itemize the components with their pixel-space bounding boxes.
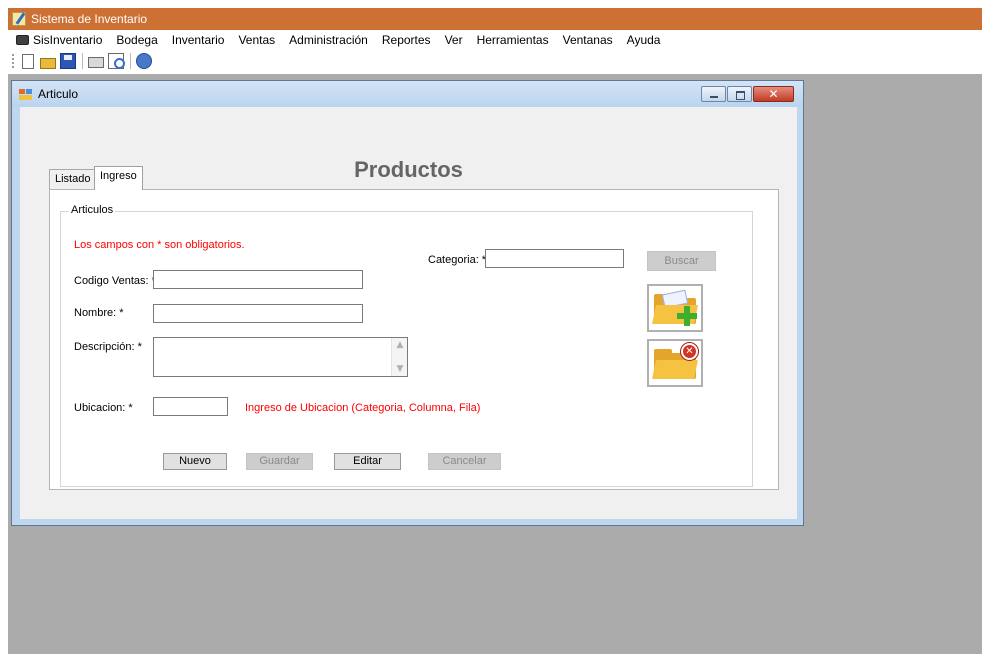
scroll-down-icon[interactable]: ▼ <box>392 364 408 374</box>
minimize-icon[interactable] <box>701 86 726 102</box>
descripcion-scrollbar[interactable]: ▲ ▼ <box>391 338 407 376</box>
buscar-button[interactable]: Buscar <box>647 251 716 271</box>
close-icon[interactable] <box>753 86 794 102</box>
ubicacion-label: Ubicacion: * <box>74 402 133 414</box>
print-preview-icon[interactable] <box>108 53 125 69</box>
menu-ayuda[interactable]: Ayuda <box>627 33 661 47</box>
system-menu-icon <box>16 35 29 45</box>
articulos-groupbox: Articulos Los campos con * son obligator… <box>60 204 753 487</box>
window-title-bar[interactable]: Articulo <box>12 81 803 107</box>
app-title: Sistema de Inventario <box>31 12 148 26</box>
nombre-field[interactable] <box>153 304 363 323</box>
required-note: Los campos con * son obligatorios. <box>74 239 245 251</box>
print-icon[interactable] <box>88 57 104 68</box>
ubicacion-hint: Ingreso de Ubicacion (Categoria, Columna… <box>245 402 481 414</box>
categoria-label: Categoria: * <box>428 254 487 266</box>
maximize-icon[interactable] <box>727 86 752 102</box>
menu-bodega[interactable]: Bodega <box>116 33 157 47</box>
ubicacion-field[interactable] <box>153 397 228 416</box>
menu-sisinventario[interactable]: SisInventario <box>16 33 102 47</box>
help-icon[interactable] <box>136 53 152 69</box>
toolbar-separator <box>82 53 83 69</box>
menu-inventario[interactable]: Inventario <box>172 33 225 47</box>
categoria-field[interactable] <box>485 249 624 268</box>
window-client: Productos Listado Ingreso Articulos Los … <box>20 107 797 519</box>
form-icon <box>19 88 32 100</box>
menu-bar: SisInventario Bodega Inventario Ventas A… <box>8 30 982 50</box>
tab-listado[interactable]: Listado <box>49 169 97 189</box>
window-controls <box>700 86 794 102</box>
descripcion-field[interactable]: ▲ ▼ <box>153 337 408 377</box>
menu-herramientas[interactable]: Herramientas <box>477 33 549 47</box>
delete-folder-button[interactable]: ✕ <box>647 339 703 387</box>
menu-reportes[interactable]: Reportes <box>382 33 431 47</box>
menu-ventas[interactable]: Ventas <box>238 33 275 47</box>
save-icon[interactable] <box>60 53 76 69</box>
scroll-up-icon[interactable]: ▲ <box>392 340 408 350</box>
codigo-label: Codigo Ventas: * <box>74 275 156 287</box>
articulo-window: Articulo Productos Listado Ingreso Artic… <box>11 80 804 526</box>
tab-panel-ingreso: Articulos Los campos con * son obligator… <box>49 189 779 490</box>
editar-button[interactable]: Editar <box>334 453 401 470</box>
app-title-bar: Sistema de Inventario <box>8 8 982 30</box>
menu-ver[interactable]: Ver <box>445 33 463 47</box>
menu-administracion[interactable]: Administración <box>289 33 368 47</box>
groupbox-title: Articulos <box>69 204 116 216</box>
guardar-button[interactable]: Guardar <box>246 453 313 470</box>
add-folder-button[interactable] <box>647 284 703 332</box>
new-document-icon[interactable] <box>22 53 34 69</box>
cancelar-button[interactable]: Cancelar <box>428 453 501 470</box>
nombre-label: Nombre: * <box>74 307 124 319</box>
toolbar-grip[interactable] <box>12 54 14 68</box>
app-icon <box>12 12 26 26</box>
open-folder-icon[interactable] <box>40 57 56 69</box>
delete-folder-icon: ✕ <box>681 343 698 360</box>
descripcion-label: Descripción: * <box>74 341 142 353</box>
nuevo-button[interactable]: Nuevo <box>163 453 227 470</box>
menu-ventanas[interactable]: Ventanas <box>563 33 613 47</box>
window-title: Articulo <box>38 87 79 101</box>
toolbar-separator <box>130 53 131 69</box>
toolbar <box>8 50 982 72</box>
codigo-field[interactable] <box>153 270 363 289</box>
menu-label: SisInventario <box>33 33 103 47</box>
tab-ingreso[interactable]: Ingreso <box>94 166 143 190</box>
